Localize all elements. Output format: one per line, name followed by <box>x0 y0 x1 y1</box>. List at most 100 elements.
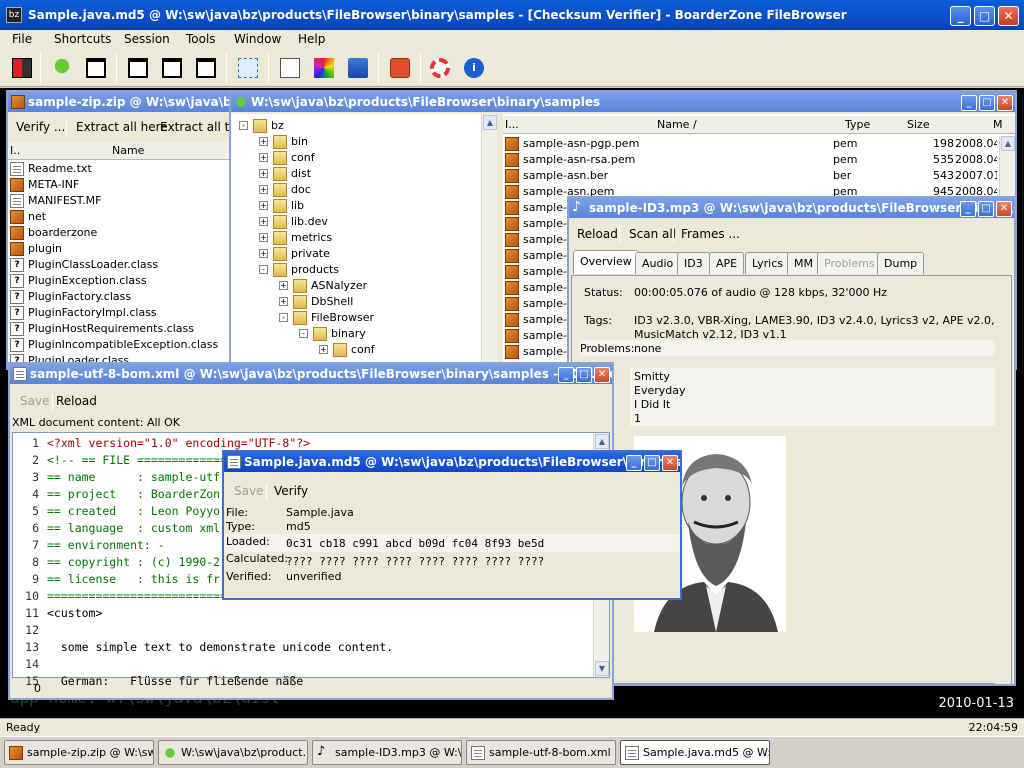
tab-audio[interactable]: Audio <box>635 252 681 274</box>
colors-button[interactable] <box>310 54 338 82</box>
tile-button[interactable] <box>158 54 186 82</box>
expand-icon[interactable]: + <box>259 169 268 178</box>
zip-window[interactable]: sample-zip.zip @ W:\sw\java\bz\products\… <box>6 90 238 370</box>
tree-node[interactable]: - products <box>231 262 481 278</box>
tree-node[interactable]: + ASNalyzer <box>231 278 481 294</box>
maximize-button[interactable]: □ <box>974 6 995 26</box>
list-item[interactable]: net <box>8 209 236 225</box>
tree-node[interactable]: + doc <box>231 182 481 198</box>
tree-node[interactable]: + lib <box>231 198 481 214</box>
menu-tools[interactable]: Tools <box>186 32 216 46</box>
tree-scrollbar[interactable]: ▲ <box>481 114 497 368</box>
menu-help[interactable]: Help <box>298 32 325 46</box>
tab-problems[interactable]: Problems <box>817 252 882 274</box>
minimize-all-button[interactable] <box>192 54 220 82</box>
md5-close-button[interactable]: ✕ <box>662 455 678 471</box>
frames-button[interactable]: Frames ... <box>675 223 746 245</box>
type-column-header[interactable]: Type <box>845 116 870 133</box>
browser-title-bar[interactable]: W:\sw\java\bz\products\FileBrowser\binar… <box>231 92 1015 112</box>
list-item[interactable]: ? PluginFactory.class <box>8 289 236 305</box>
tree-button[interactable] <box>48 54 76 82</box>
xml-close-button[interactable]: ✕ <box>594 367 610 383</box>
tree-node[interactable]: + conf <box>231 150 481 166</box>
id3-close-button[interactable]: ✕ <box>996 201 1012 217</box>
task-md5[interactable]: Sample.java.md5 @ W:... <box>620 740 770 765</box>
cascade-button[interactable] <box>124 54 152 82</box>
list-item[interactable]: Readme.txt <box>8 161 236 177</box>
tab-mm[interactable]: MM <box>787 252 820 274</box>
tree-node[interactable]: - binary <box>231 326 481 342</box>
tree-node[interactable]: - FileBrowser <box>231 310 481 326</box>
list-item[interactable]: boarderzone <box>8 225 236 241</box>
id3-title-bar[interactable]: ♪ sample-ID3.mp3 @ W:\sw\java\bz\product… <box>569 198 1014 218</box>
list-item[interactable]: ? PluginHostRequirements.class <box>8 321 236 337</box>
tab-overview[interactable]: Overview <box>573 250 639 274</box>
task-id3[interactable]: ♪sample-ID3.mp3 @ W:\s... <box>312 740 462 765</box>
expand-icon[interactable]: + <box>279 281 288 290</box>
md5-minimize-button[interactable]: _ <box>626 455 642 471</box>
md5-maximize-button[interactable]: □ <box>644 455 660 471</box>
name-column-header[interactable]: Name / <box>657 116 697 133</box>
md5-title-bar[interactable]: Sample.java.md5 @ W:\sw\java\bz\products… <box>224 452 680 472</box>
network-button[interactable] <box>234 54 262 82</box>
md5-save-button[interactable]: Save <box>228 480 269 502</box>
window-button[interactable] <box>82 54 110 82</box>
xml-title-bar[interactable]: sample-utf-8-bom.xml @ W:\sw\java\bz\pro… <box>10 364 612 384</box>
home-button[interactable] <box>344 54 372 82</box>
list-item[interactable]: MANIFEST.MF <box>8 193 236 209</box>
menu-window[interactable]: Window <box>234 32 281 46</box>
close-button[interactable]: ✕ <box>998 6 1019 26</box>
md5-verify-button[interactable]: Verify <box>268 480 314 502</box>
collapse-icon[interactable]: - <box>279 313 288 322</box>
zip-verify-button[interactable]: Verify ... <box>10 116 71 138</box>
expand-icon[interactable]: + <box>259 233 268 242</box>
xml-minimize-button[interactable]: _ <box>558 367 574 383</box>
expand-icon[interactable]: + <box>259 201 268 210</box>
xml-reload-button[interactable]: Reload <box>50 390 103 412</box>
power-button[interactable] <box>386 54 414 82</box>
scroll-up-icon[interactable]: ▲ <box>1001 136 1015 151</box>
list-item[interactable]: ? PluginException.class <box>8 273 236 289</box>
minimize-button[interactable]: _ <box>950 6 971 26</box>
expand-icon[interactable]: + <box>259 153 268 162</box>
id3-maximize-button[interactable]: □ <box>978 201 994 217</box>
table-row[interactable]: sample-asn-rsa.pem pem 535 2008.04 <box>503 152 997 168</box>
tab-lyrics[interactable]: Lyrics <box>745 252 790 274</box>
list-item[interactable]: ? PluginIncompatibleException.class <box>8 337 236 353</box>
tab-ape[interactable]: APE <box>709 252 745 274</box>
tab-dump[interactable]: Dump <box>877 252 925 274</box>
id3-window[interactable]: ♪ sample-ID3.mp3 @ W:\sw\java\bz\product… <box>567 196 1016 686</box>
expand-icon[interactable]: + <box>279 297 288 306</box>
exit-button[interactable] <box>8 54 36 82</box>
table-row[interactable]: sample-asn.ber ber 543 2007.01 <box>503 168 997 184</box>
expand-icon[interactable]: + <box>259 137 268 146</box>
tree-node[interactable]: + conf <box>231 342 481 358</box>
expand-icon[interactable]: + <box>319 345 328 354</box>
tree-node[interactable]: + private <box>231 246 481 262</box>
tree-node[interactable]: + metrics <box>231 230 481 246</box>
menu-session[interactable]: Session <box>124 32 170 46</box>
app-title-bar[interactable]: bz Sample.java.md5 @ W:\sw\java\bz\produ… <box>0 0 1024 30</box>
tree-node[interactable]: + bin <box>231 134 481 150</box>
expand-icon[interactable]: + <box>259 217 268 226</box>
menu-shortcuts[interactable]: Shortcuts <box>54 32 111 46</box>
table-row[interactable]: sample-asn-pgp.pem pem 198 2008.04 <box>503 136 997 152</box>
md5-window[interactable]: Sample.java.md5 @ W:\sw\java\bz\products… <box>222 450 682 600</box>
tree-node[interactable]: + DbShell <box>231 294 481 310</box>
task-browser[interactable]: W:\sw\java\bz\product... <box>158 740 308 765</box>
properties-button[interactable] <box>276 54 304 82</box>
list-item[interactable]: ? PluginClassLoader.class <box>8 257 236 273</box>
collapse-icon[interactable]: - <box>299 329 308 338</box>
collapse-icon[interactable]: - <box>259 265 268 274</box>
expand-icon[interactable]: + <box>259 185 268 194</box>
id3-minimize-button[interactable]: _ <box>960 201 976 217</box>
size-column-header[interactable]: Size <box>907 116 930 133</box>
help-lifebuoy-button[interactable] <box>426 54 454 82</box>
menu-file[interactable]: File <box>12 32 32 46</box>
list-item[interactable]: plugin <box>8 241 236 257</box>
extract-all-to-button[interactable]: Extract all to ... <box>154 116 236 138</box>
list-item[interactable]: META-INF <box>8 177 236 193</box>
zip-title-bar[interactable]: sample-zip.zip @ W:\sw\java\bz\products\… <box>8 92 236 112</box>
tree-node[interactable]: - bz <box>231 118 481 134</box>
browser-minimize-button[interactable]: _ <box>961 95 977 111</box>
